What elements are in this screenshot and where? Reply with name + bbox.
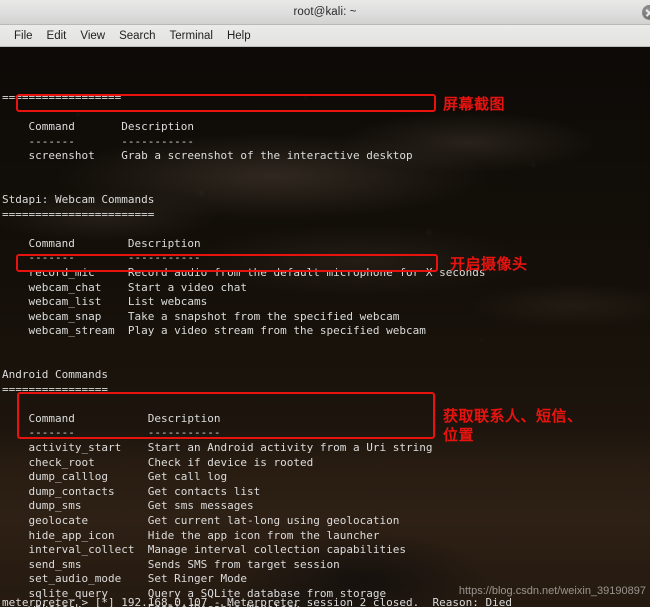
- terminal-line: interval_collect Manage interval collect…: [2, 543, 406, 557]
- terminal-line: send_sms Sends SMS from target session: [2, 557, 340, 571]
- terminal-line: ================: [2, 382, 108, 396]
- watermark-text: https://blog.csdn.net/weixin_39190897: [458, 585, 646, 597]
- menubar: File Edit View Search Terminal Help: [0, 25, 650, 47]
- annotation-screenshot: 屏幕截图: [443, 95, 506, 113]
- terminal-line: Command Description: [2, 236, 201, 250]
- menu-item-edit[interactable]: Edit: [40, 29, 74, 43]
- prompt-label: meterpreter: [2, 596, 75, 607]
- terminal-line: dump_contacts Get contacts list: [2, 484, 261, 498]
- terminal-line: ==================: [2, 90, 122, 104]
- menu-item-search[interactable]: Search: [112, 29, 162, 43]
- window-titlebar: root@kali: ~: [0, 0, 650, 25]
- terminal-window: root@kali: ~ File Edit View Search Termi…: [0, 0, 650, 607]
- close-icon[interactable]: [642, 5, 650, 20]
- terminal-line: check_root Check if device is rooted: [2, 455, 314, 469]
- terminal-body[interactable]: ================== Command Description -…: [0, 47, 650, 607]
- menu-item-terminal[interactable]: Terminal: [163, 29, 220, 43]
- terminal-line: screenshot Grab a screenshot of the inte…: [2, 149, 413, 163]
- terminal-line: webcam_chat Start a video chat: [2, 280, 248, 294]
- menu-item-file[interactable]: File: [7, 29, 40, 43]
- annotation-android-dump: 获取联系人、短信、 位置: [443, 407, 583, 444]
- terminal-line: geolocate Get current lat-long using geo…: [2, 514, 400, 527]
- terminal-line: record_mic Record audio from the default…: [2, 265, 486, 279]
- terminal-line: ------- -----------: [2, 251, 201, 265]
- session-2-closed-text: > [*] 192.168.0.107 - Meterpreter sessio…: [74, 596, 512, 607]
- terminal-output: ================== Command Description -…: [0, 47, 650, 607]
- terminal-line: webcam_snap Take a snapshot from the spe…: [2, 309, 400, 323]
- terminal-line: =======================: [2, 207, 155, 221]
- menu-item-help[interactable]: Help: [220, 29, 258, 43]
- terminal-line: ------- -----------: [2, 134, 195, 148]
- terminal-line: Command Description: [2, 119, 195, 133]
- menu-item-view[interactable]: View: [73, 29, 112, 43]
- window-title: root@kali: ~: [293, 6, 357, 18]
- terminal-line: dump_calllog Get call log: [2, 470, 228, 484]
- annotation-webcam: 开启摄像头: [450, 255, 528, 273]
- terminal-line: webcam_list List webcams: [2, 295, 208, 309]
- terminal-line: Android Commands: [2, 368, 108, 382]
- terminal-line: dump_sms Get sms messages: [2, 499, 254, 513]
- terminal-line: webcam_stream Play a video stream from t…: [2, 324, 426, 338]
- terminal-scrollback: ================== Command Description -…: [0, 91, 650, 607]
- terminal-line: Stdapi: Webcam Commands: [2, 192, 155, 206]
- terminal-line: hide_app_icon Hide the app icon from the…: [2, 528, 380, 542]
- terminal-prompt-line-1: meterpreter > [*] 192.168.0.107 - Meterp…: [0, 596, 512, 607]
